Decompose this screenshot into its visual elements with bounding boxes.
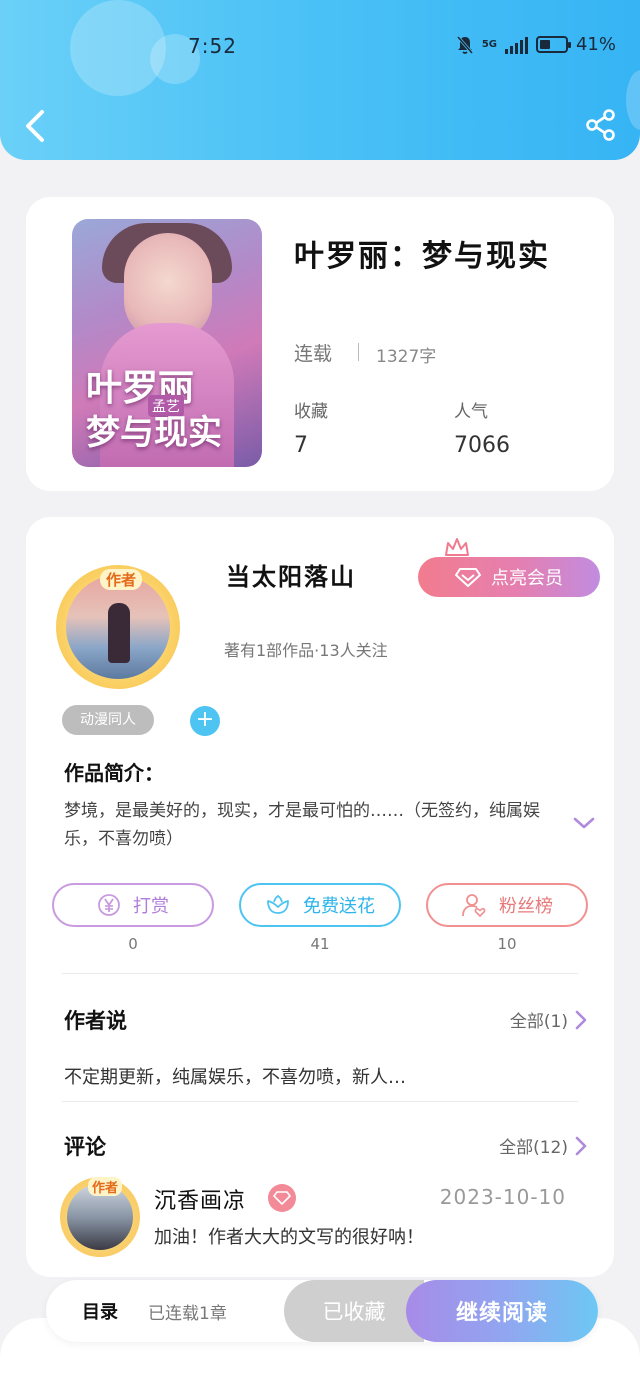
author-says-more-label: 全部(1) xyxy=(509,1012,568,1032)
add-tag-button[interactable]: + xyxy=(190,706,220,736)
fan-count: 10 xyxy=(497,935,517,953)
intro-text: 梦境，是最美好的，现实，才是最可怕的……（无签约，纯属娱乐，不喜勿喷） xyxy=(64,801,540,849)
author-says-title: 作者说 xyxy=(64,1009,127,1033)
network-type: 5G xyxy=(481,39,497,50)
book-word-count: 1327字 xyxy=(376,347,437,367)
vip-diamond-badge-icon xyxy=(268,1184,296,1212)
author-name[interactable]: 当太阳落山 xyxy=(226,557,356,592)
chevron-right-icon xyxy=(575,1010,587,1029)
back-arrow-icon[interactable] xyxy=(20,106,52,146)
decor-bubble xyxy=(626,70,640,130)
comment-date: 2023-10-10 xyxy=(439,1185,566,1209)
send-flower-button[interactable]: 免费送花 xyxy=(239,883,401,927)
send-flower-label: 免费送花 xyxy=(303,896,375,917)
crown-icon xyxy=(445,538,469,556)
favorites-label: 收藏 xyxy=(294,402,328,422)
popularity-count: 7066 xyxy=(454,433,510,458)
flower-icon xyxy=(267,894,289,914)
fan-ranking-button[interactable]: 粉丝榜 xyxy=(426,883,588,927)
flower-count: 41 xyxy=(310,935,330,953)
top-header: 7:52 5G 41% xyxy=(0,0,640,160)
popularity-label: 人气 xyxy=(454,402,488,422)
person-heart-icon xyxy=(462,894,486,918)
continue-reading-button[interactable]: 继续阅读 xyxy=(406,1280,598,1342)
table-of-contents-button[interactable]: 目录 xyxy=(82,1298,118,1324)
author-meta: 著有1部作品·13人关注 xyxy=(224,641,388,660)
comments-more-label: 全部(12) xyxy=(499,1138,568,1158)
genre-tag[interactable]: 动漫同人 xyxy=(62,705,154,735)
yen-icon xyxy=(98,894,120,916)
share-icon[interactable] xyxy=(584,108,618,142)
book-status: 连载 xyxy=(294,343,333,365)
status-bar-right: 5G 41% xyxy=(456,34,616,55)
battery-text: 41% xyxy=(575,34,616,55)
comment-text[interactable]: 加油！作者大大的文写的很好呐！ xyxy=(154,1223,424,1249)
divider xyxy=(358,343,359,361)
chevron-down-icon[interactable] xyxy=(572,815,596,831)
cover-title-line2: 梦与现实 xyxy=(86,413,222,453)
divider xyxy=(62,973,578,974)
mute-bell-icon xyxy=(456,35,473,54)
divider xyxy=(62,1101,578,1102)
diamond-icon xyxy=(455,568,481,587)
book-title: 叶罗丽：梦与现实 xyxy=(294,239,550,274)
book-info-card: 叶罗丽 孟艺 梦与现实 叶罗丽：梦与现实 连载 1327字 收藏 7 人气 70… xyxy=(26,197,614,491)
book-cover[interactable]: 叶罗丽 孟艺 梦与现实 xyxy=(72,219,262,467)
commenter-badge: 作者 xyxy=(88,1177,123,1196)
chapter-count: 已连载1章 xyxy=(148,1304,227,1324)
comments-title: 评论 xyxy=(64,1135,106,1159)
chevron-right-icon xyxy=(575,1136,587,1155)
reward-count: 0 xyxy=(128,935,138,953)
status-time: 7:52 xyxy=(188,34,237,58)
author-badge: 作者 xyxy=(100,569,143,590)
vip-button-label: 点亮会员 xyxy=(491,568,563,589)
reward-button[interactable]: 打赏 xyxy=(52,883,214,927)
signal-icon xyxy=(504,36,528,54)
avatar-figure xyxy=(108,603,130,663)
intro-title: 作品简介： xyxy=(64,761,164,785)
author-details-card: 作者 当太阳落山 著有1部作品·13人关注 点亮会员 动漫同人 + 作品简介： … xyxy=(26,517,614,1277)
vip-membership-button[interactable]: 点亮会员 xyxy=(418,557,600,597)
comments-more[interactable]: 全部(12) xyxy=(499,1133,588,1158)
battery-icon xyxy=(535,36,571,53)
author-says-more[interactable]: 全部(1) xyxy=(510,1007,588,1032)
fan-ranking-label: 粉丝榜 xyxy=(499,896,553,917)
favorites-count: 7 xyxy=(294,433,308,458)
collected-button[interactable]: 已收藏 xyxy=(284,1280,424,1342)
reward-label: 打赏 xyxy=(133,896,169,917)
bottom-action-bar: 目录 已连载1章 已收藏 继续阅读 xyxy=(46,1280,598,1342)
battery-level xyxy=(539,40,550,49)
author-says-text[interactable]: 不定期更新，纯属娱乐，不喜勿喷，新人… xyxy=(64,1063,406,1089)
avatar-image xyxy=(66,575,170,679)
commenter-name[interactable]: 沉香画凉 xyxy=(154,1183,246,1215)
